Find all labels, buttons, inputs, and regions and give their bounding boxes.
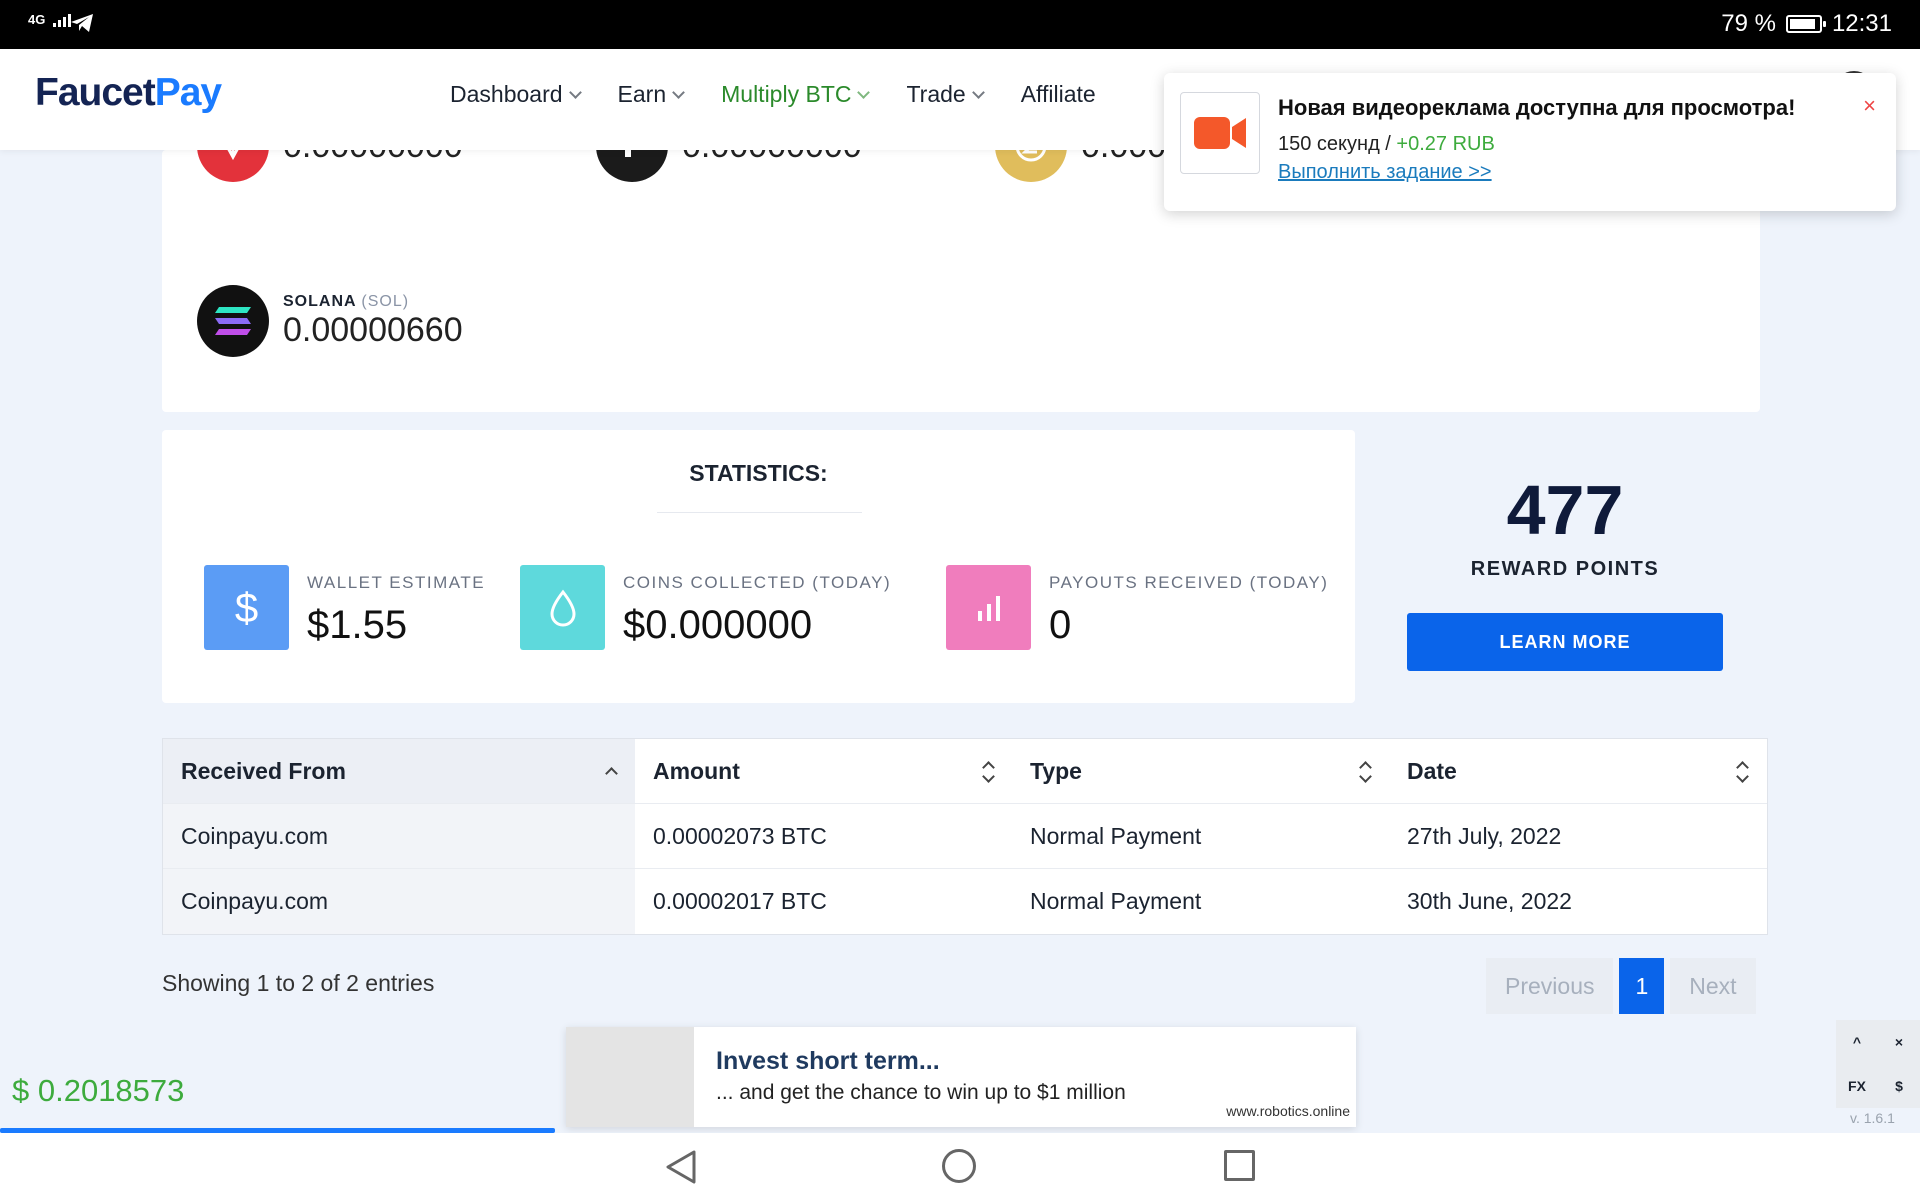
table-header: Received From Amount Type Date	[163, 739, 1767, 804]
stat-label: WALLET ESTIMATE	[307, 573, 486, 592]
ad-image	[566, 1027, 694, 1127]
table-row: Coinpayu.com 0.00002073 BTC Normal Payme…	[163, 804, 1767, 869]
system-nav-bar	[0, 1133, 1920, 1200]
faucetpay-logo[interactable]: FaucetPay	[35, 71, 222, 115]
ad-banner[interactable]: Invest short term... ... and get the cha…	[566, 1027, 1356, 1127]
sort-icon	[1359, 763, 1371, 781]
column-header-amount[interactable]: Amount	[635, 739, 1012, 803]
notification-title: Новая видеореклама доступна для просмотр…	[1278, 95, 1796, 120]
table-cell: 27th July, 2022	[1407, 822, 1562, 849]
column-header-date[interactable]: Date	[1389, 739, 1766, 803]
reward-points-label: REWARD POINTS	[1470, 558, 1660, 580]
reward-points-value: 477	[1506, 471, 1624, 549]
table-cell: Normal Payment	[1030, 888, 1202, 914]
nav-affiliate[interactable]: Affiliate	[1021, 81, 1096, 108]
ad-text: ... and get the chance to win up to $1 m…	[716, 1081, 1126, 1104]
table-cell: Coinpayu.com	[163, 804, 635, 868]
next-page-button[interactable]: Next	[1670, 958, 1756, 1014]
video-ad-notification: Новая видеореклама доступна для просмотр…	[1164, 73, 1896, 211]
stat-value: 0	[1049, 603, 1072, 647]
table-cell: Coinpayu.com	[163, 869, 635, 934]
nav-earn[interactable]: Earn	[618, 81, 685, 108]
stat-wallet-estimate: $ WALLET ESTIMATE $1.55	[204, 565, 485, 650]
video-camera-icon	[1180, 92, 1260, 174]
column-header-received-from[interactable]: Received From	[163, 739, 635, 803]
main-nav: Dashboard Earn Multiply BTC Trade Affili…	[450, 81, 1096, 108]
usd-button[interactable]: $	[1878, 1064, 1920, 1108]
nav-trade[interactable]: Trade	[906, 81, 985, 108]
sort-icon	[982, 763, 994, 781]
recent-apps-icon[interactable]	[1224, 1150, 1255, 1181]
table-entries-info: Showing 1 to 2 of 2 entries	[162, 970, 435, 996]
back-icon[interactable]	[664, 1149, 698, 1190]
ad-url: www.robotics.online	[1226, 1103, 1350, 1119]
notification-task-link[interactable]: Выполнить задание >>	[1278, 161, 1492, 184]
learn-more-button[interactable]: LEARN MORE	[1407, 613, 1723, 671]
bar-chart-icon	[946, 565, 1031, 650]
ad-headline: Invest short term...	[716, 1047, 940, 1075]
nav-multiply-btc[interactable]: Multiply BTC	[721, 81, 871, 108]
stat-payouts-received: PAYOUTS RECEIVED (TODAY) 0	[946, 565, 1328, 650]
column-header-type[interactable]: Type	[1012, 739, 1389, 803]
version-label: v. 1.6.1	[1850, 1110, 1895, 1126]
pagination: Previous 1 Next	[1486, 958, 1756, 1014]
battery-percent: 79 %	[1721, 10, 1776, 37]
stat-value: $0.000000	[623, 603, 813, 647]
coin-name: SOLANA (SOL)	[283, 292, 410, 310]
chevron-down-icon	[672, 86, 685, 99]
coin-balance-solana: SOLANA (SOL) 0.00000660	[197, 285, 463, 357]
stat-label: PAYOUTS RECEIVED (TODAY)	[1049, 573, 1329, 592]
table-cell: 0.00002073 BTC	[653, 822, 827, 849]
close-notification-button[interactable]: ×	[1863, 93, 1876, 119]
divider	[657, 512, 862, 513]
telegram-icon	[70, 13, 94, 38]
drop-icon	[520, 565, 605, 650]
clock: 12:31	[1831, 10, 1892, 37]
status-bar: 4G 79 % 12:31	[0, 0, 1920, 49]
stat-label: COINS COLLECTED (TODAY)	[623, 573, 892, 592]
stat-value: $1.55	[307, 603, 408, 647]
table-cell: 30th June, 2022	[1407, 888, 1572, 914]
signal-indicator: 4G	[28, 12, 73, 27]
currency-widget: ^ × FX $	[1836, 1020, 1920, 1108]
coin-value: 0.00000660	[283, 310, 463, 349]
chevron-down-icon	[971, 86, 985, 99]
close-widget-button[interactable]: ×	[1878, 1020, 1920, 1064]
dollar-icon: $	[204, 565, 289, 650]
home-icon[interactable]	[942, 1149, 976, 1183]
battery-icon	[1785, 15, 1826, 33]
collapse-button[interactable]: ^	[1836, 1020, 1878, 1064]
sort-icon	[1736, 763, 1748, 781]
table-cell: Normal Payment	[1030, 822, 1202, 849]
previous-page-button[interactable]: Previous	[1486, 958, 1614, 1014]
network-type: 4G	[28, 12, 46, 27]
fx-button[interactable]: FX	[1836, 1064, 1878, 1108]
solana-coin-icon	[197, 285, 269, 357]
sort-asc-icon	[605, 763, 617, 781]
stat-coins-collected: COINS COLLECTED (TODAY) $0.000000	[520, 565, 891, 650]
chevron-down-icon	[857, 86, 871, 99]
chevron-down-icon	[568, 86, 582, 99]
page-1-button[interactable]: 1	[1619, 958, 1665, 1014]
notification-reward: +0.27 RUB	[1396, 133, 1495, 155]
statistics-title: STATISTICS:	[689, 460, 828, 486]
reward-points-panel: 477 REWARD POINTS LEARN MORE	[1380, 470, 1750, 671]
payouts-table: Received From Amount Type Date Coinpayu.…	[162, 738, 1768, 935]
nav-dashboard[interactable]: Dashboard	[450, 81, 582, 108]
floating-balance: $ 0.2018573	[12, 1073, 185, 1108]
notification-subtitle: 150 секунд / +0.27 RUB	[1278, 133, 1495, 155]
statistics-card: STATISTICS: $ WALLET ESTIMATE $1.55 COIN…	[162, 430, 1355, 703]
table-cell: 0.00002017 BTC	[653, 888, 827, 914]
table-row: Coinpayu.com 0.00002017 BTC Normal Payme…	[163, 869, 1767, 934]
